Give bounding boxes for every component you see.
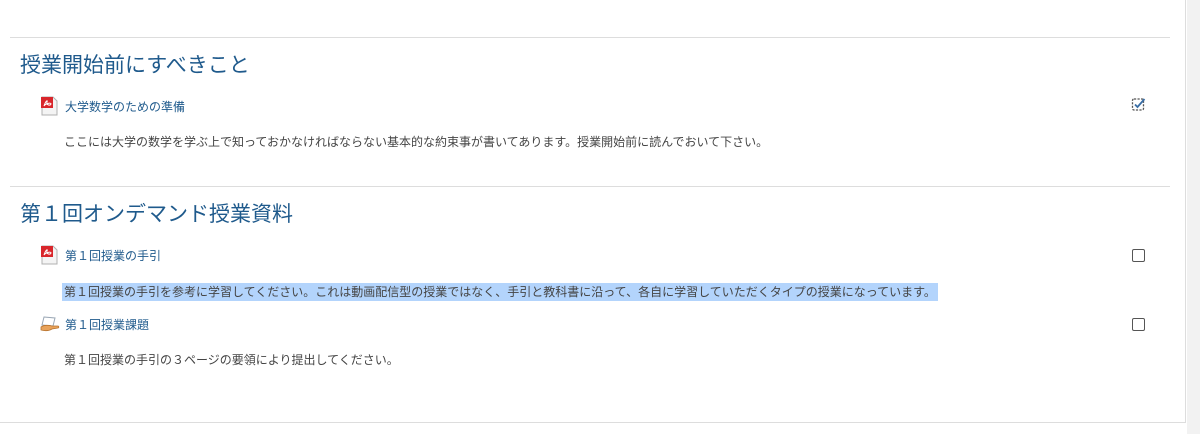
activity-description: ここには大学の数学を学ぶ上で知っておかなければならない基本的な約束事が書いてあり… [64,135,769,149]
activity-link-guide-1[interactable]: 第１回授業の手引 [65,247,161,264]
section-title-before-class: 授業開始前にすべきこと [20,53,250,77]
completion-checkbox[interactable] [1132,249,1145,262]
section-divider [10,37,1170,38]
activity-link-assignment-1[interactable]: 第１回授業課題 [65,316,149,333]
activity-description-selected: 第１回授業の手引を参考に学習してください。これは動画配信型の授業ではなく、手引と… [62,283,938,301]
completion-checkbox-checked[interactable] [1131,96,1147,112]
section-title-ondemand-1: 第１回オンデマンド授業資料 [20,202,293,226]
pdf-file-icon [40,96,60,116]
section-divider [10,186,1170,187]
page-scroll-gutter [1187,0,1200,434]
activity-preparation[interactable]: 大学数学のための準備 [40,95,185,117]
activity-assignment-1[interactable]: 第１回授業課題 [40,313,149,335]
checked-box-icon [1131,98,1146,111]
activity-link-preparation[interactable]: 大学数学のための準備 [65,98,185,115]
assignment-hand-icon [40,314,60,334]
pdf-file-icon [40,245,60,265]
completion-checkbox[interactable] [1132,318,1145,331]
activity-description: 第１回授業の手引の３ページの要領により提出してください。 [64,353,399,367]
activity-guide-1[interactable]: 第１回授業の手引 [40,244,161,266]
